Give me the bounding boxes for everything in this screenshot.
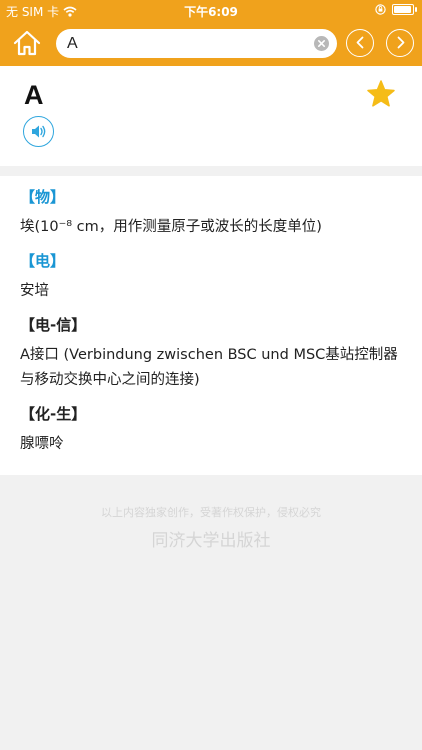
home-button[interactable] (12, 29, 42, 57)
favorite-button[interactable] (366, 79, 396, 109)
home-icon (13, 30, 41, 56)
sense-item: 【物】 埃(10⁻⁸ cm，用作测量原子或波长的长度单位) (0, 186, 422, 240)
pronunciation-button[interactable] (23, 116, 54, 147)
sense-label: 【电-信】 (20, 316, 87, 334)
speaker-icon (32, 125, 46, 138)
toolbar (0, 20, 422, 66)
status-bar: 无 SIM 卡 下午6:09 (0, 0, 422, 20)
status-right (375, 4, 417, 15)
battery-fill (394, 6, 411, 13)
entry-header: A (0, 66, 422, 166)
battery-icon (392, 4, 417, 15)
status-time: 下午6:09 (184, 5, 238, 19)
copyright-notice: 以上内容独家创作，受著作权保护，侵权必究 (101, 506, 321, 519)
sense-definition: 腺嘌呤 (20, 436, 64, 452)
sense-item: 【电-信】 A接口 (Verbindung zwischen BSC und M… (0, 314, 422, 393)
copyright-footer: 以上内容独家创作，受著作权保护，侵权必究 同济大学出版社 (0, 475, 422, 551)
sense-label: 【电】 (20, 252, 66, 270)
sense-definition: 安培 (20, 283, 49, 299)
back-button[interactable] (346, 29, 374, 57)
forward-arrow-icon (397, 36, 405, 49)
clear-search-button[interactable] (314, 36, 329, 51)
search-input[interactable] (67, 33, 307, 54)
sense-definition: A接口 (Verbindung zwischen BSC und MSC基站控制… (20, 347, 398, 388)
definitions: 【物】 埃(10⁻⁸ cm，用作测量原子或波长的长度单位) 【电】 安培 【电-… (0, 176, 422, 475)
orientation-lock-icon (375, 4, 386, 15)
sense-label: 【物】 (20, 188, 66, 206)
clear-icon (318, 40, 325, 47)
sense-item: 【电】 安培 (0, 250, 422, 304)
search-box[interactable] (56, 29, 337, 58)
forward-button[interactable] (386, 29, 414, 57)
sense-definition: 埃(10⁻⁸ cm，用作测量原子或波长的长度单位) (20, 219, 322, 235)
top-bar: 无 SIM 卡 下午6:09 (0, 0, 422, 66)
sense-label: 【化-生】 (20, 405, 87, 423)
headword: A (24, 80, 44, 110)
sense-item: 【化-生】 腺嘌呤 (0, 403, 422, 457)
back-arrow-icon (356, 36, 364, 49)
publisher-name: 同济大学出版社 (151, 531, 271, 551)
star-icon (367, 80, 395, 107)
